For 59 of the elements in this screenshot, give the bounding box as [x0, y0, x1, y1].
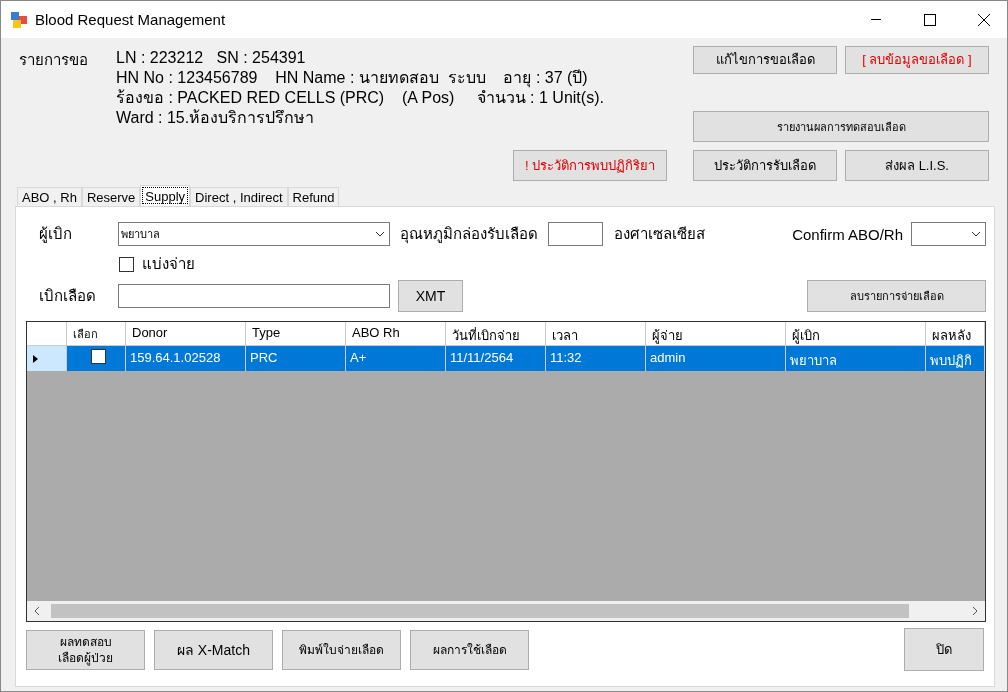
close-icon[interactable] — [978, 13, 990, 26]
temperature-unit: องศาเซลเซียส — [614, 224, 705, 244]
column-header[interactable]: ผู้เบิก — [786, 322, 926, 346]
test-report-button[interactable]: รายงานผลการทดสอบเลือด — [693, 111, 989, 142]
send-lis-button[interactable]: ส่งผล L.I.S. — [845, 150, 989, 181]
requester-dropdown[interactable]: พยาบาล — [118, 222, 390, 246]
chevron-down-icon — [971, 231, 981, 237]
request-label: รายการขอ — [19, 50, 88, 70]
transfusion-history-button[interactable]: ประวัติการรับเลือด — [693, 150, 837, 181]
column-header[interactable]: เวลา — [546, 322, 646, 346]
confirm-abo-label: Confirm ABO/Rh — [792, 225, 903, 243]
table-cell: พยาบาล — [786, 346, 926, 371]
tab[interactable]: Supply — [140, 185, 191, 206]
table-cell: 159.64.1.02528 — [126, 346, 246, 371]
column-header[interactable]: เลือก — [67, 322, 126, 346]
tab[interactable]: ABO , Rh — [17, 187, 82, 206]
row-checkbox[interactable] — [90, 349, 106, 364]
withdraw-label: เบิกเลือด — [38, 286, 97, 306]
temperature-label: อุณหภูมิกล่องรับเลือด — [400, 224, 538, 246]
table-cell: admin — [646, 346, 786, 371]
table-cell: 11:32 — [546, 346, 646, 371]
split-label: แบ่งจ่าย — [142, 254, 195, 274]
column-header[interactable]: ผู้จ่าย — [646, 322, 786, 346]
column-header[interactable]: วันที่เบิกจ่าย — [446, 322, 546, 346]
temperature-field[interactable] — [548, 222, 603, 246]
footer-button[interactable]: ผลการใช้เลือด — [410, 629, 529, 670]
tab[interactable]: Direct , Indirect — [190, 187, 288, 206]
maximize-icon[interactable] — [924, 13, 936, 26]
xmt-button[interactable]: XMT — [398, 280, 463, 312]
tab[interactable]: Reserve — [81, 187, 141, 206]
delete-request-button[interactable]: [ ลบข้อมูลขอเลือด ] — [845, 46, 989, 74]
delete-supply-button[interactable]: ลบรายการจ่ายเลือด — [807, 280, 986, 312]
column-header[interactable]: Donor — [126, 322, 246, 346]
requester-label: ผู้เบิก — [38, 224, 73, 245]
table-cell: PRC — [246, 346, 346, 371]
split-checkbox[interactable] — [119, 256, 134, 272]
reaction-history-button[interactable]: ! ประวัติการพบปฏิกิริยา — [513, 150, 667, 181]
withdraw-field[interactable] — [118, 284, 390, 308]
table-cell: A+ — [346, 346, 446, 371]
footer-button[interactable]: พิมพ์ใบจ่ายเลือด — [282, 629, 401, 670]
table-cell: พบปฏิกิ — [926, 346, 985, 371]
footer-button[interactable]: ผลทดสอบ เลือดผู้ป่วย — [26, 629, 145, 670]
footer-button[interactable]: ผล X-Match — [154, 629, 273, 670]
window-title: Blood Request Management — [35, 11, 227, 28]
table-cell: 11/11/2564 — [446, 346, 546, 371]
row-pointer-icon — [33, 354, 38, 363]
column-header[interactable]: Type — [246, 322, 346, 346]
request-info-line: HN No : 123456789 HN Name : นายทดสอบ ระบบ อายุ : 37 (ปี) — [116, 68, 589, 88]
column-header[interactable]: ABO Rh — [346, 322, 446, 346]
tab[interactable]: Refund — [287, 187, 340, 206]
request-info-line: ร้องขอ : PACKED RED CELLS (PRC) (A Pos) จำนวน : 1 Unit(s). — [116, 88, 604, 108]
app-icon — [11, 11, 27, 28]
chevron-down-icon — [375, 231, 385, 237]
close-form-button[interactable]: ปิด — [904, 628, 984, 671]
edit-request-button[interactable]: แก้ไขการขอเลือด — [693, 46, 837, 74]
column-header[interactable]: ผลหลัง — [926, 322, 985, 346]
request-info-line: LN : 223212 SN : 254391 — [116, 48, 307, 68]
confirm-abo-dropdown[interactable] — [911, 222, 986, 246]
request-info-line: Ward : 15.ห้องบริการปรึกษา — [116, 108, 316, 128]
